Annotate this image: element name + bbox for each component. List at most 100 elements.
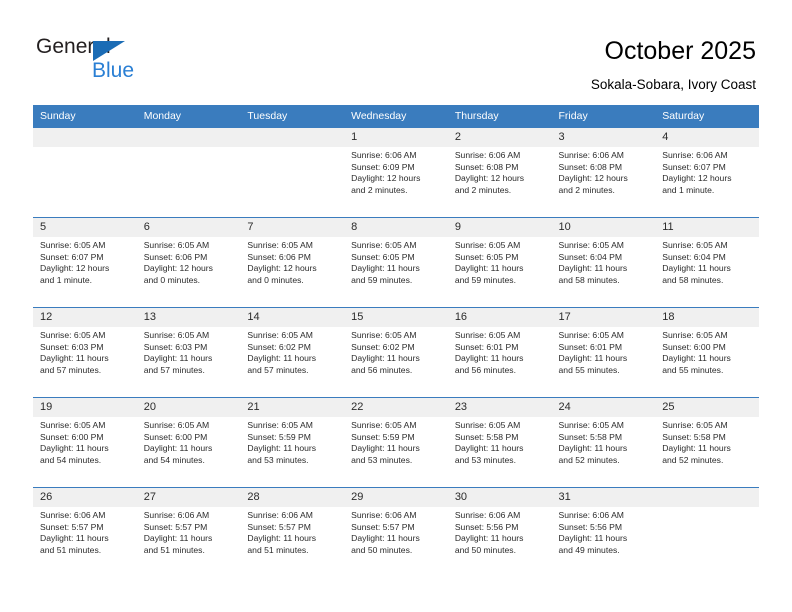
day-daylight2-text: and 55 minutes. <box>662 364 724 375</box>
day-number: 17 <box>551 308 656 327</box>
calendar-day-cell[interactable]: 29 Sunrise: 6:06 AM Sunset: 5:57 PM Dayligh… <box>344 487 448 578</box>
calendar-day-cell[interactable]: 24 Sunrise: 6:05 AM Sunset: 5:58 PM Dayligh… <box>551 397 656 488</box>
day-daylight1-text: Daylight: 12 hours <box>558 173 628 184</box>
calendar-day-cell-empty <box>33 127 137 218</box>
day-daylight2-text: and 53 minutes. <box>247 454 309 465</box>
day-sunrise-text: Sunrise: 6:06 AM <box>143 510 210 520</box>
weekday-header-thursday: Thursday <box>447 105 552 128</box>
calendar-day-cell[interactable]: 27 Sunrise: 6:06 AM Sunset: 5:57 PM Dayligh… <box>136 487 241 578</box>
calendar-day-cell[interactable]: 19 Sunrise: 6:05 AM Sunset: 6:00 PM Dayligh… <box>33 397 137 488</box>
calendar-week-row: 12 Sunrise: 6:05 AM Sunset: 6:03 PM Dayligh… <box>33 307 759 398</box>
day-sunrise-text: Sunrise: 6:05 AM <box>558 330 624 340</box>
weekday-header-friday: Friday <box>551 105 656 128</box>
calendar-day-cell[interactable]: 2 Sunrise: 6:06 AM Sunset: 6:08 PM Daylight… <box>447 127 552 218</box>
day-sun-info: Sunrise: 6:05 AM Sunset: 6:07 PM Daylight:… <box>33 237 137 286</box>
day-daylight2-text: and 53 minutes. <box>454 454 516 465</box>
calendar-day-cell[interactable]: 7 Sunrise: 6:05 AM Sunset: 6:06 PM Daylight… <box>240 217 345 308</box>
day-number: 11 <box>655 218 759 237</box>
day-number: 7 <box>240 218 345 237</box>
day-sunrise-text: Sunrise: 6:05 AM <box>40 330 106 340</box>
calendar-day-cell[interactable]: 17 Sunrise: 6:05 AM Sunset: 6:01 PM Dayligh… <box>551 307 656 398</box>
day-daylight2-text: and 58 minutes. <box>558 274 620 285</box>
day-sunset-text: Sunset: 6:08 PM <box>454 161 519 172</box>
day-sunrise-text: Sunrise: 6:06 AM <box>40 510 106 520</box>
calendar-day-cell[interactable]: 14 Sunrise: 6:05 AM Sunset: 6:02 PM Dayligh… <box>240 307 345 398</box>
day-sun-info: Sunrise: 6:06 AM Sunset: 6:07 PM Daylight:… <box>655 147 759 196</box>
day-daylight2-text: and 2 minutes. <box>558 184 615 195</box>
calendar-day-cell[interactable]: 18 Sunrise: 6:05 AM Sunset: 6:00 PM Dayligh… <box>655 307 759 398</box>
calendar-day-cell[interactable]: 16 Sunrise: 6:05 AM Sunset: 6:01 PM Dayligh… <box>447 307 552 398</box>
calendar-day-cell[interactable]: 1 Sunrise: 6:06 AM Sunset: 6:09 PM Daylight… <box>344 127 448 218</box>
calendar-day-cell[interactable]: 20 Sunrise: 6:05 AM Sunset: 6:00 PM Dayligh… <box>136 397 241 488</box>
calendar-day-cell[interactable]: 4 Sunrise: 6:06 AM Sunset: 6:07 PM Daylight… <box>655 127 759 218</box>
day-number: 2 <box>447 128 552 147</box>
day-sunset-text: Sunset: 5:58 PM <box>454 431 519 442</box>
day-sunset-text: Sunset: 6:04 PM <box>662 251 726 262</box>
calendar-week-row: 5 Sunrise: 6:05 AM Sunset: 6:07 PM Daylight… <box>33 217 759 308</box>
day-daylight2-text: and 52 minutes. <box>662 454 724 465</box>
calendar-day-cell[interactable]: 26 Sunrise: 6:06 AM Sunset: 5:57 PM Dayligh… <box>33 487 137 578</box>
calendar-day-cell[interactable]: 9 Sunrise: 6:05 AM Sunset: 6:05 PM Daylight… <box>447 217 552 308</box>
day-daylight1-text: Daylight: 11 hours <box>454 443 524 454</box>
day-daylight2-text: and 58 minutes. <box>662 274 724 285</box>
day-daylight1-text: Daylight: 11 hours <box>247 353 317 364</box>
calendar-day-cell[interactable]: 23 Sunrise: 6:05 AM Sunset: 5:58 PM Dayligh… <box>447 397 552 488</box>
day-sunset-text: Sunset: 6:03 PM <box>40 341 104 352</box>
weekday-header-saturday: Saturday <box>655 105 759 128</box>
calendar-day-cell[interactable]: 13 Sunrise: 6:05 AM Sunset: 6:03 PM Dayligh… <box>136 307 241 398</box>
day-daylight2-text: and 57 minutes. <box>40 364 102 375</box>
day-number <box>240 128 345 147</box>
calendar-week-row: 26 Sunrise: 6:06 AM Sunset: 5:57 PM Dayligh… <box>33 487 759 578</box>
day-sunset-text: Sunset: 5:59 PM <box>351 431 415 442</box>
day-sun-info: Sunrise: 6:05 AM Sunset: 6:01 PM Daylight:… <box>552 327 656 376</box>
calendar-day-cell[interactable]: 31 Sunrise: 6:06 AM Sunset: 5:56 PM Dayligh… <box>551 487 656 578</box>
day-sunrise-text: Sunrise: 6:06 AM <box>247 510 313 520</box>
page-header: General Blue October 2025 Sokala-Sobara,… <box>0 0 792 104</box>
general-blue-logo[interactable]: General Blue <box>36 36 236 88</box>
calendar-day-cell[interactable]: 28 Sunrise: 6:06 AM Sunset: 5:57 PM Dayligh… <box>240 487 345 578</box>
day-sunset-text: Sunset: 6:07 PM <box>662 161 726 172</box>
calendar-table: Sunday Monday Tuesday Wednesday Thursday… <box>33 105 759 578</box>
calendar-day-cell[interactable]: 6 Sunrise: 6:05 AM Sunset: 6:06 PM Daylight… <box>136 217 241 308</box>
day-sunrise-text: Sunrise: 6:05 AM <box>662 330 728 340</box>
calendar-day-cell[interactable]: 11 Sunrise: 6:05 AM Sunset: 6:04 PM Dayligh… <box>655 217 759 308</box>
day-sun-info: Sunrise: 6:05 AM Sunset: 6:05 PM Daylight:… <box>344 237 448 286</box>
day-sun-info: Sunrise: 6:05 AM Sunset: 6:01 PM Daylight:… <box>448 327 552 376</box>
day-number: 28 <box>240 488 345 507</box>
day-sun-info: Sunrise: 6:05 AM Sunset: 5:58 PM Daylight:… <box>655 417 759 466</box>
day-sunset-text: Sunset: 5:57 PM <box>40 521 104 532</box>
day-daylight1-text: Daylight: 11 hours <box>558 353 628 364</box>
day-sun-info: Sunrise: 6:06 AM Sunset: 5:57 PM Daylight:… <box>33 507 137 556</box>
day-daylight1-text: Daylight: 11 hours <box>247 533 317 544</box>
calendar-day-cell[interactable]: 5 Sunrise: 6:05 AM Sunset: 6:07 PM Daylight… <box>33 217 137 308</box>
day-sunrise-text: Sunrise: 6:05 AM <box>662 420 728 430</box>
day-daylight2-text: and 53 minutes. <box>351 454 413 465</box>
day-number: 19 <box>33 398 137 417</box>
calendar-day-cell[interactable]: 12 Sunrise: 6:05 AM Sunset: 6:03 PM Dayligh… <box>33 307 137 398</box>
calendar-day-cell[interactable]: 21 Sunrise: 6:05 AM Sunset: 5:59 PM Dayligh… <box>240 397 345 488</box>
day-sun-info: Sunrise: 6:05 AM Sunset: 6:00 PM Daylight:… <box>655 327 759 376</box>
logo-text-blue: Blue <box>92 59 135 82</box>
calendar-day-cell[interactable]: 8 Sunrise: 6:05 AM Sunset: 6:05 PM Daylight… <box>344 217 448 308</box>
calendar-day-cell[interactable]: 3 Sunrise: 6:06 AM Sunset: 6:08 PM Daylight… <box>551 127 656 218</box>
day-sunset-text: Sunset: 5:59 PM <box>247 431 311 442</box>
day-sunset-text: Sunset: 5:58 PM <box>558 431 623 442</box>
day-sunrise-text: Sunrise: 6:05 AM <box>40 240 106 250</box>
day-sunset-text: Sunset: 6:01 PM <box>558 341 623 352</box>
day-sunset-text: Sunset: 5:57 PM <box>143 521 208 532</box>
day-sun-info: Sunrise: 6:05 AM Sunset: 5:58 PM Daylight:… <box>552 417 656 466</box>
calendar-day-cell[interactable]: 25 Sunrise: 6:05 AM Sunset: 5:58 PM Dayligh… <box>655 397 759 488</box>
day-sunrise-text: Sunrise: 6:05 AM <box>143 240 210 250</box>
day-daylight1-text: Daylight: 11 hours <box>351 353 420 364</box>
day-sunset-text: Sunset: 6:04 PM <box>558 251 623 262</box>
day-sunrise-text: Sunrise: 6:05 AM <box>247 330 313 340</box>
day-daylight2-text: and 54 minutes. <box>40 454 102 465</box>
calendar-day-cell[interactable]: 15 Sunrise: 6:05 AM Sunset: 6:02 PM Dayligh… <box>344 307 448 398</box>
day-number: 12 <box>33 308 137 327</box>
calendar-day-cell[interactable]: 10 Sunrise: 6:05 AM Sunset: 6:04 PM Dayligh… <box>551 217 656 308</box>
calendar-day-cell[interactable]: 30 Sunrise: 6:06 AM Sunset: 5:56 PM Dayligh… <box>447 487 552 578</box>
day-sun-info: Sunrise: 6:05 AM Sunset: 6:04 PM Daylight:… <box>655 237 759 286</box>
weekday-header-wednesday: Wednesday <box>344 105 448 128</box>
day-sunrise-text: Sunrise: 6:05 AM <box>662 240 728 250</box>
calendar-day-cell[interactable]: 22 Sunrise: 6:05 AM Sunset: 5:59 PM Dayligh… <box>344 397 448 488</box>
